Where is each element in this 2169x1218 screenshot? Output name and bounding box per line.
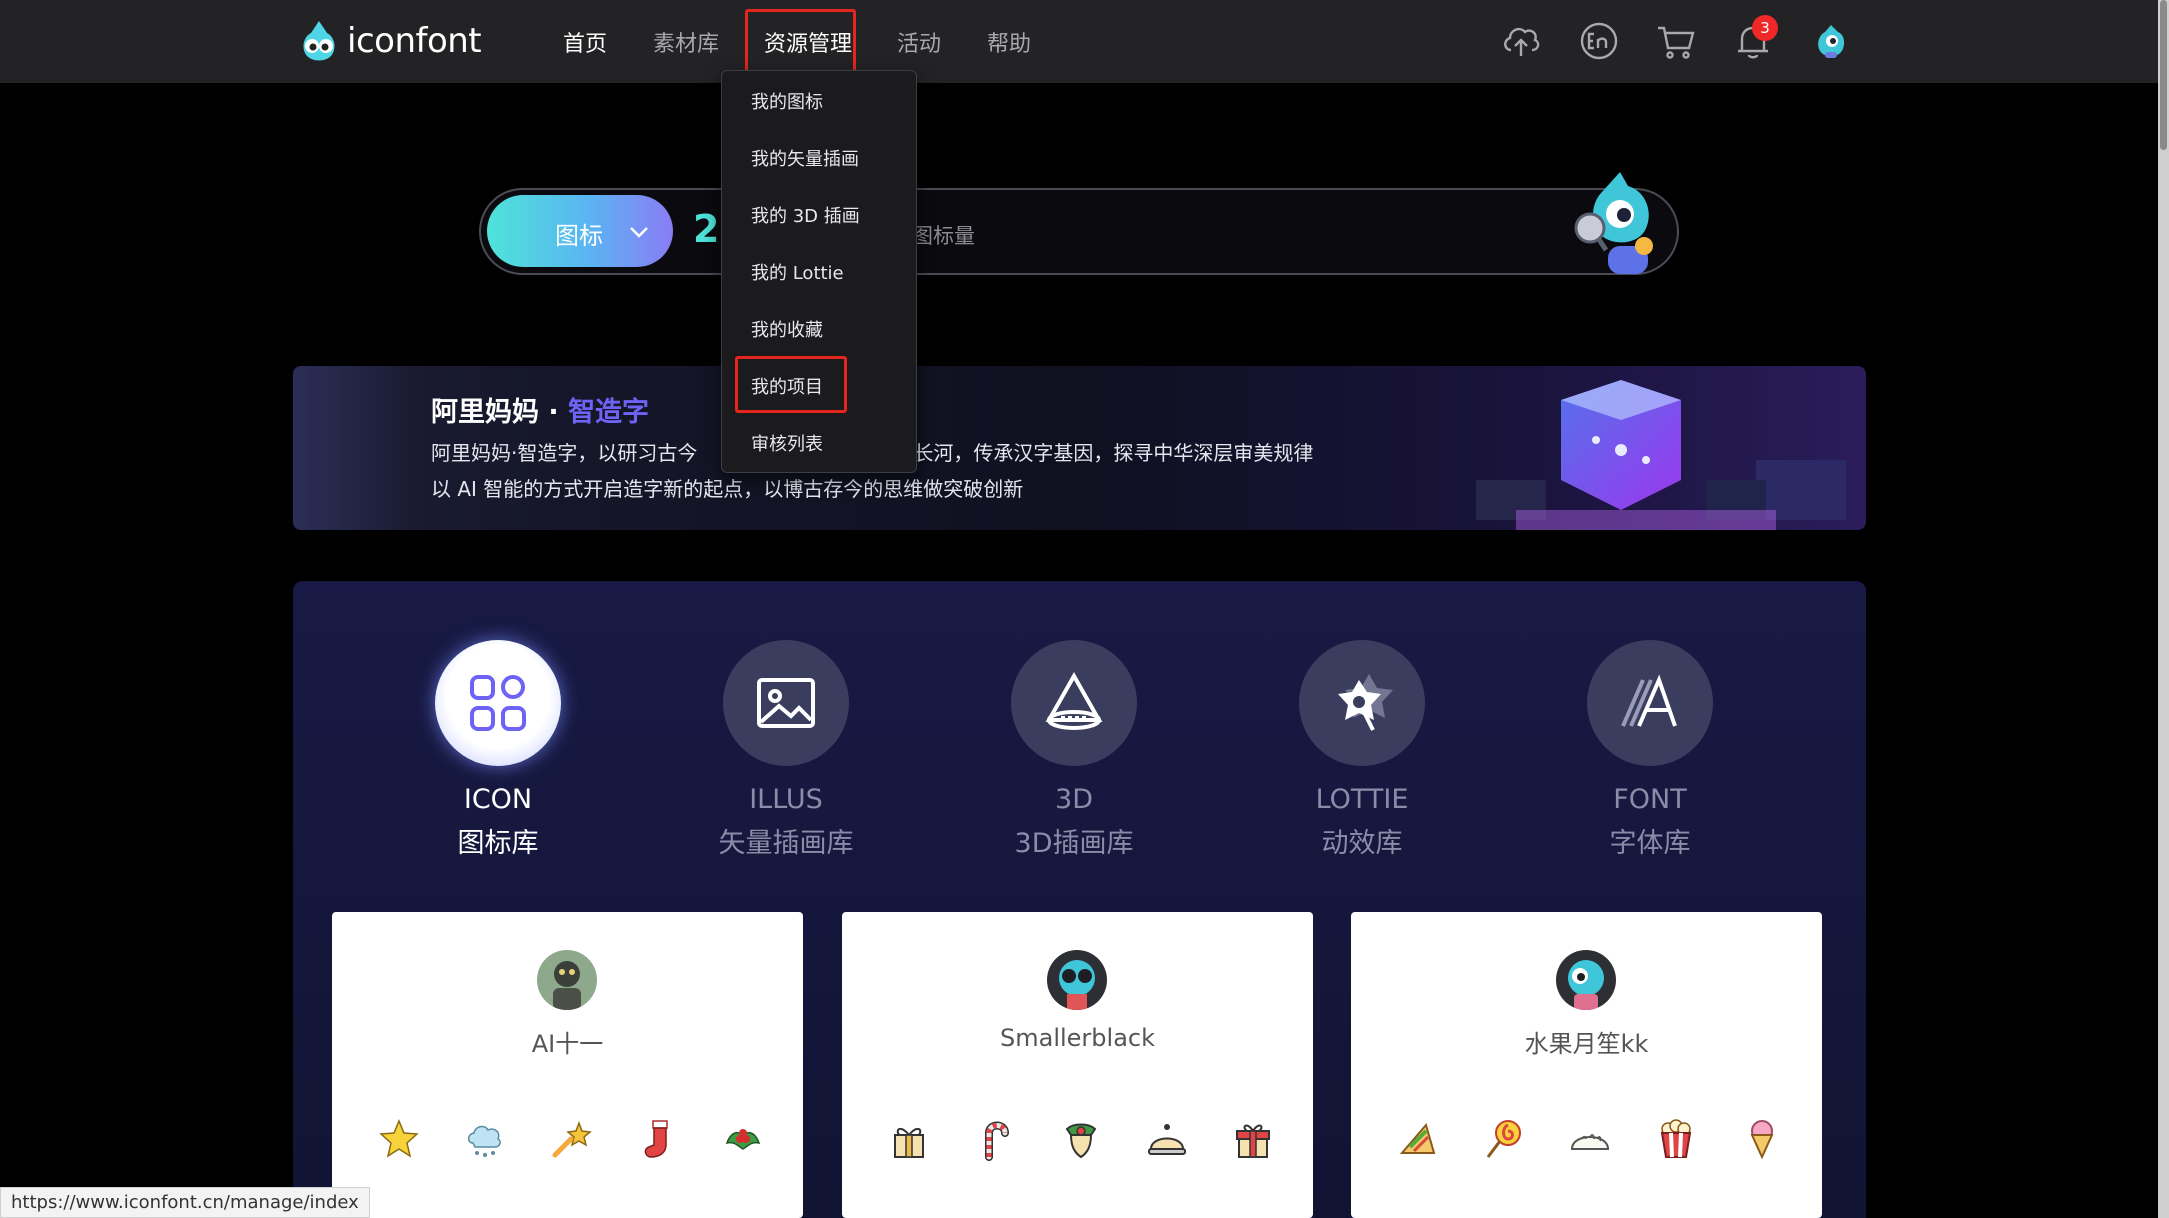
dumpling-icon[interactable] — [1568, 1117, 1612, 1161]
category-cn-label: 矢量插画库 — [718, 828, 854, 859]
cart-icon[interactable] — [1655, 20, 1697, 62]
card-icon-row — [332, 1117, 803, 1167]
user-avatar-icon[interactable] — [1812, 22, 1850, 60]
shooting-star-icon[interactable] — [549, 1117, 593, 1161]
category-cn-label: 3D插画库 — [1014, 828, 1134, 859]
category-cn-label: 字体库 — [1609, 828, 1691, 859]
star-icon[interactable] — [377, 1117, 421, 1161]
menu-item-my-favorites[interactable]: 我的收藏 — [751, 316, 823, 342]
card-icon-row — [1351, 1117, 1822, 1167]
card-username[interactable]: AI十一 — [332, 1024, 803, 1059]
stocking-icon[interactable] — [635, 1117, 679, 1161]
card-username[interactable]: 水果月笙kk — [1351, 1024, 1822, 1059]
category-lottie-circle — [1299, 640, 1425, 766]
banner-description-line2: 以 AI 智能的方式开启造字新的起点，以博古存今的思维做突破创新 — [431, 477, 1024, 501]
category-icon-circle — [435, 640, 561, 766]
banner-desc-line1-a: 阿里妈妈·智造字，以研习古今 — [431, 441, 698, 465]
logo-text: iconfont — [347, 21, 482, 61]
category-lottie-library[interactable]: LOTTIE 动效库 — [1252, 640, 1472, 860]
banner-title-main: 阿里妈妈 — [431, 397, 539, 428]
banner-desc-line1-b: 史长河，传承汉字基因，探寻中华深层审美规律 — [893, 441, 1314, 465]
page-scrollbar[interactable] — [2158, 0, 2169, 1218]
menu-item-review-list[interactable]: 审核列表 — [751, 430, 823, 456]
nav-materials[interactable]: 素材库 — [653, 26, 719, 58]
avatar[interactable] — [1556, 950, 1616, 1010]
user-card-1[interactable]: AI十一 — [332, 912, 803, 1218]
language-en-icon[interactable] — [1578, 20, 1620, 62]
banner-title-accent: 智造字 — [568, 397, 650, 428]
card-username[interactable]: Smallerblack — [842, 1024, 1313, 1052]
gift-box-icon[interactable] — [1231, 1117, 1275, 1161]
font-a-icon — [1621, 674, 1677, 727]
category-icon-library[interactable]: ICON 图标库 — [388, 640, 608, 860]
candy-cane-icon[interactable] — [973, 1117, 1017, 1161]
ice-cream-icon[interactable] — [1740, 1117, 1784, 1161]
iconfont-logo-icon — [303, 21, 335, 61]
category-en-label: ICON — [463, 784, 533, 815]
category-3d-library[interactable]: 3D 3D插画库 — [964, 640, 1184, 860]
menu-item-my-3d[interactable]: 我的 3D 插画 — [751, 202, 860, 228]
snow-cloud-icon[interactable] — [463, 1117, 507, 1161]
category-font-library[interactable]: FONT 字体库 — [1540, 640, 1760, 860]
cloche-icon[interactable] — [1145, 1117, 1189, 1161]
logo[interactable]: iconfont — [297, 18, 482, 64]
gift-bow-icon[interactable] — [887, 1117, 931, 1161]
user-card-2[interactable]: Smallerblack — [842, 912, 1313, 1218]
banner-3d-cube-illustration — [1476, 380, 1846, 530]
category-3d-circle — [1011, 640, 1137, 766]
nav-help[interactable]: 帮助 — [987, 26, 1031, 58]
menu-item-my-lottie[interactable]: 我的 Lottie — [751, 259, 844, 285]
category-en-label: 3D — [1055, 784, 1093, 815]
search-placeholder[interactable]: 图标量 — [912, 220, 975, 250]
menu-item-my-icons[interactable]: 我的图标 — [751, 88, 823, 114]
category-en-label: FONT — [1613, 784, 1687, 815]
category-en-label: LOTTIE — [1315, 784, 1409, 815]
nav-home[interactable]: 首页 — [563, 26, 607, 58]
search-type-label: 图标 — [555, 222, 603, 250]
cone-3d-icon — [1045, 671, 1103, 730]
menu-item-my-illustrations[interactable]: 我的矢量插画 — [751, 145, 859, 171]
grid-icon — [470, 675, 526, 731]
banner-title: 阿里妈妈 · 智造字 — [431, 390, 649, 429]
image-icon — [757, 678, 815, 728]
lollipop-icon[interactable] — [1482, 1117, 1526, 1161]
holly-icon[interactable] — [721, 1117, 765, 1161]
avatar[interactable] — [537, 950, 597, 1010]
user-card-3[interactable]: 水果月笙kk — [1351, 912, 1822, 1218]
lottie-star-icon — [1338, 674, 1393, 731]
upload-cloud-icon[interactable] — [1500, 20, 1542, 62]
christmas-bell-icon[interactable] — [1059, 1117, 1103, 1161]
category-illus-circle — [723, 640, 849, 766]
notification-badge: 3 — [1752, 15, 1778, 41]
sandwich-icon[interactable] — [1396, 1117, 1440, 1161]
menu-highlight-box — [735, 356, 847, 413]
category-en-label: ILLUS — [749, 784, 823, 815]
mascot-icon — [1574, 172, 1653, 274]
scrollbar-thumb[interactable] — [2160, 0, 2167, 150]
status-bar-url: https://www.iconfont.cn/manage/index — [0, 1187, 370, 1218]
popcorn-icon[interactable] — [1654, 1117, 1698, 1161]
category-font-circle — [1587, 640, 1713, 766]
category-illus-library[interactable]: ILLUS 矢量插画库 — [676, 640, 896, 860]
avatar[interactable] — [1047, 950, 1107, 1010]
card-icon-row — [842, 1117, 1313, 1167]
icon-count-number: 2 — [693, 207, 720, 251]
nav-activities[interactable]: 活动 — [897, 26, 941, 58]
category-cn-label: 动效库 — [1321, 828, 1403, 859]
chevron-down-icon — [630, 227, 648, 238]
banner-decoration — [293, 366, 413, 530]
banner-title-dot: · — [539, 397, 569, 428]
category-cn-label: 图标库 — [457, 828, 539, 859]
